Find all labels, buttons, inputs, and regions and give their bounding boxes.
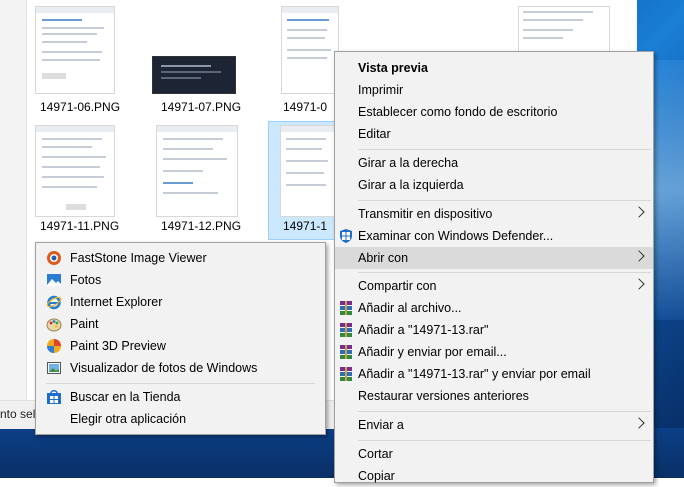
- thumbnail-image[interactable]: [156, 125, 238, 217]
- file-name-label[interactable]: 14971-0: [283, 100, 327, 114]
- menu-separator: [358, 440, 651, 441]
- context-menu: Vista previa Imprimir Establecer como fo…: [334, 51, 654, 483]
- open-with-paint3d[interactable]: Paint 3D Preview: [36, 335, 325, 357]
- winrar-icon: [338, 344, 354, 360]
- thumbnail-image[interactable]: [518, 6, 610, 52]
- internet-explorer-icon: [46, 294, 62, 310]
- open-with-choose-another-app[interactable]: Elegir otra aplicación: [36, 408, 325, 430]
- menu-separator: [358, 411, 651, 412]
- menu-item-preview[interactable]: Vista previa: [335, 57, 653, 79]
- file-name-label[interactable]: 14971-12.PNG: [161, 219, 241, 233]
- faststone-icon: [46, 250, 62, 266]
- open-with-paint[interactable]: Paint: [36, 313, 325, 335]
- thumbnail-image[interactable]: [35, 6, 115, 94]
- chevron-right-icon: [633, 417, 645, 429]
- menu-item-add-to-rar[interactable]: Añadir a "14971-13.rar": [335, 319, 653, 341]
- menu-item-restore-previous-versions[interactable]: Restaurar versiones anteriores: [335, 385, 653, 407]
- menu-item-print[interactable]: Imprimir: [335, 79, 653, 101]
- menu-item-copy[interactable]: Copiar: [335, 465, 653, 487]
- thumbnail-image[interactable]: [281, 6, 339, 94]
- open-with-search-store[interactable]: Buscar en la Tienda: [36, 386, 325, 408]
- file-name-label-selected[interactable]: 14971-1: [283, 219, 327, 233]
- navigation-pane[interactable]: [0, 0, 27, 420]
- menu-separator: [46, 383, 315, 384]
- thumbnail-image[interactable]: [152, 56, 236, 94]
- menu-item-rotate-left[interactable]: Girar a la izquierda: [335, 174, 653, 196]
- open-with-photos[interactable]: Fotos: [36, 269, 325, 291]
- menu-item-add-to-archive[interactable]: Añadir al archivo...: [335, 297, 653, 319]
- menu-separator: [358, 272, 651, 273]
- winrar-icon: [338, 300, 354, 316]
- paint-icon: [46, 316, 62, 332]
- open-with-submenu: FastStone Image Viewer Fotos Internet Ex…: [35, 242, 326, 435]
- open-with-photo-viewer[interactable]: Visualizador de fotos de Windows: [36, 357, 325, 379]
- menu-item-rotate-right[interactable]: Girar a la derecha: [335, 152, 653, 174]
- photos-icon: [46, 272, 62, 288]
- chevron-right-icon: [633, 206, 645, 218]
- thumbnail-image[interactable]: [35, 125, 115, 217]
- store-icon: [46, 389, 62, 405]
- chevron-right-icon: [633, 250, 645, 262]
- menu-item-edit[interactable]: Editar: [335, 123, 653, 145]
- winrar-icon: [338, 366, 354, 382]
- menu-item-cast-to-device[interactable]: Transmitir en dispositivo: [335, 203, 653, 225]
- open-with-faststone[interactable]: FastStone Image Viewer: [36, 247, 325, 269]
- menu-separator: [358, 200, 651, 201]
- menu-item-share-with[interactable]: Compartir con: [335, 275, 653, 297]
- photo-viewer-icon: [46, 360, 62, 376]
- file-name-label[interactable]: 14971-07.PNG: [161, 100, 241, 114]
- thumbnail-image-selected[interactable]: [280, 125, 336, 217]
- file-name-label[interactable]: 14971-11.PNG: [40, 219, 119, 233]
- menu-item-open-with[interactable]: Abrir con: [335, 247, 653, 269]
- menu-item-send-to[interactable]: Enviar a: [335, 414, 653, 436]
- winrar-icon: [338, 322, 354, 338]
- menu-item-cut[interactable]: Cortar: [335, 443, 653, 465]
- open-with-internet-explorer[interactable]: Internet Explorer: [36, 291, 325, 313]
- chevron-right-icon: [633, 278, 645, 290]
- menu-item-set-wallpaper[interactable]: Establecer como fondo de escritorio: [335, 101, 653, 123]
- menu-item-add-and-email[interactable]: Añadir y enviar por email...: [335, 341, 653, 363]
- file-name-label[interactable]: 14971-06.PNG: [40, 100, 120, 114]
- windows-defender-icon: [338, 228, 354, 244]
- paint3d-icon: [46, 338, 62, 354]
- menu-item-scan-defender[interactable]: Examinar con Windows Defender...: [335, 225, 653, 247]
- menu-item-add-to-rar-and-email[interactable]: Añadir a "14971-13.rar" y enviar por ema…: [335, 363, 653, 385]
- menu-separator: [358, 149, 651, 150]
